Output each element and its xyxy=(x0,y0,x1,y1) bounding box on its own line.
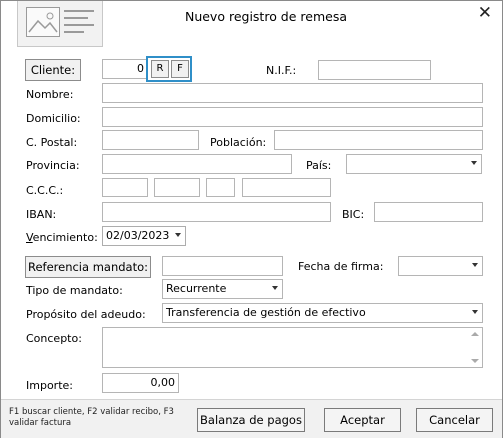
nif-label: N.I.F.: xyxy=(266,64,297,77)
balanza-pagos-button[interactable]: Balanza de pagos xyxy=(197,408,305,432)
aceptar-button[interactable]: Aceptar xyxy=(324,408,401,432)
concepto-textarea[interactable] xyxy=(102,327,483,368)
proposito-label: Propósito del adeudo: xyxy=(26,308,146,321)
ccc-entidad-field[interactable] xyxy=(102,178,148,197)
domicilio-field[interactable] xyxy=(102,107,483,127)
fecha-firma-picker[interactable] xyxy=(398,256,483,276)
proposito-select[interactable]: Transferencia de gestión de efectivo xyxy=(162,303,483,323)
provincia-field[interactable] xyxy=(102,154,292,174)
proposito-value: Transferencia de gestión de efectivo xyxy=(166,306,366,319)
f-button[interactable]: F xyxy=(171,60,189,78)
referencia-mandato-button[interactable]: Referencia mandato: xyxy=(25,256,151,278)
pais-label: País: xyxy=(306,159,332,172)
iban-field[interactable] xyxy=(102,202,331,222)
provincia-label: Provincia: xyxy=(26,159,80,172)
fecha-firma-label: Fecha de firma: xyxy=(298,260,384,273)
vencimiento-date-picker[interactable]: 02/03/2023 xyxy=(102,226,186,246)
concepto-label: Concepto: xyxy=(26,332,82,345)
importe-field[interactable]: 0,00 xyxy=(102,373,179,393)
ccc-cuenta-field[interactable] xyxy=(242,178,331,197)
app-logo xyxy=(17,1,103,47)
scroll-up-icon[interactable] xyxy=(471,332,479,336)
chevron-down-icon xyxy=(272,286,278,290)
vencimiento-value: 02/03/2023 xyxy=(106,229,170,242)
cliente-button[interactable]: Cliente: xyxy=(25,59,81,81)
ccc-oficina-field[interactable] xyxy=(154,178,200,197)
close-icon[interactable]: ✕ xyxy=(478,3,492,23)
ccc-label: C.C.C.: xyxy=(26,184,64,197)
ccc-dc-field[interactable] xyxy=(206,178,235,197)
referencia-mandato-field[interactable] xyxy=(162,256,283,276)
domicilio-label: Domicilio: xyxy=(26,112,81,125)
dialog-title: Nuevo registro de remesa xyxy=(184,9,348,24)
cpostal-field[interactable] xyxy=(102,130,199,150)
cliente-code-field[interactable]: 0 xyxy=(102,59,148,79)
chevron-down-icon xyxy=(472,310,478,314)
scroll-down-icon[interactable] xyxy=(471,359,479,363)
vencimiento-label: Vencimiento: xyxy=(26,231,98,244)
bic-label: BIC: xyxy=(342,208,365,221)
r-button[interactable]: R xyxy=(151,60,169,78)
rf-button-group: R F xyxy=(146,56,192,82)
cpostal-label: C. Postal: xyxy=(26,136,78,149)
dialog-window: Nuevo registro de remesa ✕ Cliente: 0 R … xyxy=(0,0,503,438)
chevron-down-icon xyxy=(471,161,477,165)
picture-icon xyxy=(26,7,60,37)
chevron-down-icon xyxy=(175,233,181,237)
iban-label: IBAN: xyxy=(26,208,57,221)
importe-label: Importe: xyxy=(26,379,73,392)
tipo-mandato-label: Tipo de mandato: xyxy=(26,284,123,297)
tipo-mandato-value: Recurrente xyxy=(166,282,227,295)
bic-field[interactable] xyxy=(374,202,483,222)
tipo-mandato-select[interactable]: Recurrente xyxy=(162,279,283,299)
poblacion-label: Población: xyxy=(210,136,267,149)
nombre-label: Nombre: xyxy=(26,88,74,101)
poblacion-field[interactable] xyxy=(274,130,483,150)
chevron-down-icon xyxy=(472,263,478,267)
nombre-field[interactable] xyxy=(102,83,483,103)
cancelar-button[interactable]: Cancelar xyxy=(416,408,493,432)
pais-select[interactable] xyxy=(346,154,482,174)
nif-field[interactable] xyxy=(318,60,431,80)
shortcut-hint: F1 buscar cliente, F2 validar recibo, F3… xyxy=(9,407,174,428)
